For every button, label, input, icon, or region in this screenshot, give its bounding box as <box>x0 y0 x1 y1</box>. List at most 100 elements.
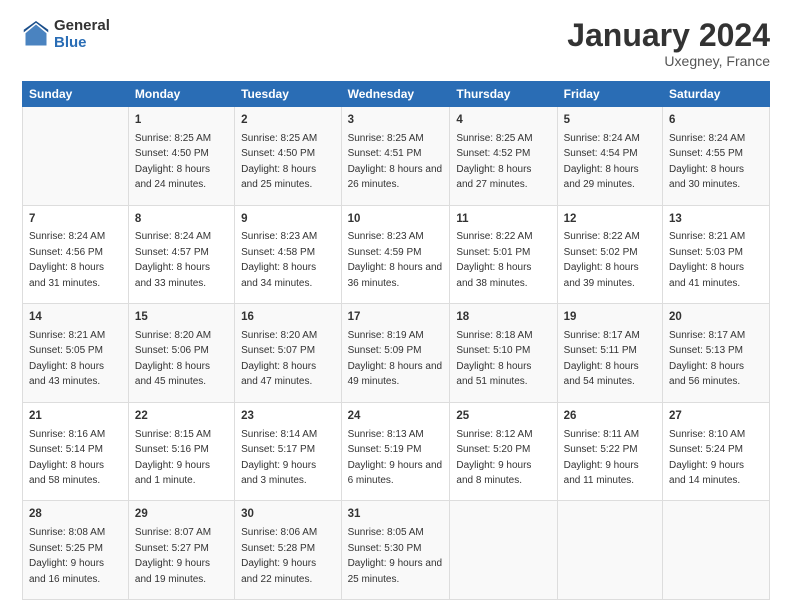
calendar-cell: 4 Sunrise: 8:25 AM Sunset: 4:52 PM Dayli… <box>450 107 557 206</box>
sunrise-text: Sunrise: 8:22 AM <box>564 231 640 242</box>
sunset-text: Sunset: 5:20 PM <box>456 444 530 455</box>
weekday-row: Sunday Monday Tuesday Wednesday Thursday… <box>23 82 770 107</box>
day-number: 20 <box>669 309 763 326</box>
calendar-cell: 14 Sunrise: 8:21 AM Sunset: 5:05 PM Dayl… <box>23 304 129 403</box>
calendar-week-3: 21 Sunrise: 8:16 AM Sunset: 5:14 PM Dayl… <box>23 402 770 501</box>
calendar-cell: 21 Sunrise: 8:16 AM Sunset: 5:14 PM Dayl… <box>23 402 129 501</box>
day-number: 1 <box>135 112 228 129</box>
day-number: 8 <box>135 211 228 228</box>
title-block: January 2024 Uxegney, France <box>567 18 770 69</box>
day-number: 28 <box>29 506 122 523</box>
day-number: 10 <box>348 211 444 228</box>
col-monday: Monday <box>128 82 234 107</box>
daylight-text: Daylight: 8 hours and 47 minutes. <box>241 361 316 388</box>
logo: General Blue <box>22 18 110 51</box>
sunset-text: Sunset: 4:58 PM <box>241 247 315 258</box>
sunrise-text: Sunrise: 8:12 AM <box>456 429 532 440</box>
calendar-cell <box>663 501 770 600</box>
sunset-text: Sunset: 5:19 PM <box>348 444 422 455</box>
sunrise-text: Sunrise: 8:21 AM <box>29 330 105 341</box>
sunset-text: Sunset: 5:30 PM <box>348 543 422 554</box>
sunset-text: Sunset: 5:11 PM <box>564 345 637 356</box>
day-number: 18 <box>456 309 550 326</box>
sunrise-text: Sunrise: 8:25 AM <box>348 133 424 144</box>
day-number: 16 <box>241 309 334 326</box>
sunrise-text: Sunrise: 8:25 AM <box>241 133 317 144</box>
calendar-cell: 6 Sunrise: 8:24 AM Sunset: 4:55 PM Dayli… <box>663 107 770 206</box>
sunset-text: Sunset: 4:50 PM <box>135 148 209 159</box>
sunrise-text: Sunrise: 8:21 AM <box>669 231 745 242</box>
daylight-text: Daylight: 8 hours and 58 minutes. <box>29 460 104 487</box>
day-number: 3 <box>348 112 444 129</box>
sunset-text: Sunset: 4:51 PM <box>348 148 422 159</box>
daylight-text: Daylight: 8 hours and 29 minutes. <box>564 164 639 191</box>
logo-icon <box>22 21 50 49</box>
day-number: 9 <box>241 211 334 228</box>
sunset-text: Sunset: 5:01 PM <box>456 247 530 258</box>
sunset-text: Sunset: 5:09 PM <box>348 345 422 356</box>
daylight-text: Daylight: 9 hours and 16 minutes. <box>29 558 104 585</box>
calendar-cell: 27 Sunrise: 8:10 AM Sunset: 5:24 PM Dayl… <box>663 402 770 501</box>
daylight-text: Daylight: 8 hours and 56 minutes. <box>669 361 744 388</box>
sunset-text: Sunset: 4:50 PM <box>241 148 315 159</box>
calendar-week-2: 14 Sunrise: 8:21 AM Sunset: 5:05 PM Dayl… <box>23 304 770 403</box>
calendar-cell: 10 Sunrise: 8:23 AM Sunset: 4:59 PM Dayl… <box>341 205 450 304</box>
sunset-text: Sunset: 4:56 PM <box>29 247 103 258</box>
sunset-text: Sunset: 5:07 PM <box>241 345 315 356</box>
sunset-text: Sunset: 4:54 PM <box>564 148 638 159</box>
day-number: 27 <box>669 408 763 425</box>
sunset-text: Sunset: 5:16 PM <box>135 444 209 455</box>
calendar-cell <box>557 501 662 600</box>
calendar-week-0: 1 Sunrise: 8:25 AM Sunset: 4:50 PM Dayli… <box>23 107 770 206</box>
col-friday: Friday <box>557 82 662 107</box>
daylight-text: Daylight: 8 hours and 41 minutes. <box>669 262 744 289</box>
sunrise-text: Sunrise: 8:24 AM <box>29 231 105 242</box>
calendar-cell: 15 Sunrise: 8:20 AM Sunset: 5:06 PM Dayl… <box>128 304 234 403</box>
calendar-cell: 8 Sunrise: 8:24 AM Sunset: 4:57 PM Dayli… <box>128 205 234 304</box>
calendar-cell: 23 Sunrise: 8:14 AM Sunset: 5:17 PM Dayl… <box>235 402 341 501</box>
sunrise-text: Sunrise: 8:19 AM <box>348 330 424 341</box>
sunrise-text: Sunrise: 8:25 AM <box>456 133 532 144</box>
col-tuesday: Tuesday <box>235 82 341 107</box>
calendar-cell: 12 Sunrise: 8:22 AM Sunset: 5:02 PM Dayl… <box>557 205 662 304</box>
calendar-cell: 18 Sunrise: 8:18 AM Sunset: 5:10 PM Dayl… <box>450 304 557 403</box>
calendar-cell: 3 Sunrise: 8:25 AM Sunset: 4:51 PM Dayli… <box>341 107 450 206</box>
day-number: 5 <box>564 112 656 129</box>
sunrise-text: Sunrise: 8:06 AM <box>241 527 317 538</box>
sunset-text: Sunset: 5:25 PM <box>29 543 103 554</box>
calendar-cell: 26 Sunrise: 8:11 AM Sunset: 5:22 PM Dayl… <box>557 402 662 501</box>
sunrise-text: Sunrise: 8:24 AM <box>669 133 745 144</box>
logo-general-text: General <box>54 18 110 35</box>
calendar-cell: 24 Sunrise: 8:13 AM Sunset: 5:19 PM Dayl… <box>341 402 450 501</box>
daylight-text: Daylight: 8 hours and 51 minutes. <box>456 361 531 388</box>
calendar-week-1: 7 Sunrise: 8:24 AM Sunset: 4:56 PM Dayli… <box>23 205 770 304</box>
header: General Blue January 2024 Uxegney, Franc… <box>22 18 770 69</box>
calendar-cell: 19 Sunrise: 8:17 AM Sunset: 5:11 PM Dayl… <box>557 304 662 403</box>
sunset-text: Sunset: 5:02 PM <box>564 247 638 258</box>
daylight-text: Daylight: 8 hours and 38 minutes. <box>456 262 531 289</box>
daylight-text: Daylight: 9 hours and 6 minutes. <box>348 460 443 487</box>
sunrise-text: Sunrise: 8:14 AM <box>241 429 317 440</box>
day-number: 6 <box>669 112 763 129</box>
calendar-cell: 16 Sunrise: 8:20 AM Sunset: 5:07 PM Dayl… <box>235 304 341 403</box>
calendar-cell: 30 Sunrise: 8:06 AM Sunset: 5:28 PM Dayl… <box>235 501 341 600</box>
sunset-text: Sunset: 5:05 PM <box>29 345 103 356</box>
sunrise-text: Sunrise: 8:07 AM <box>135 527 211 538</box>
calendar-cell: 11 Sunrise: 8:22 AM Sunset: 5:01 PM Dayl… <box>450 205 557 304</box>
sunrise-text: Sunrise: 8:10 AM <box>669 429 745 440</box>
daylight-text: Daylight: 8 hours and 36 minutes. <box>348 262 443 289</box>
calendar-cell <box>23 107 129 206</box>
sunrise-text: Sunrise: 8:22 AM <box>456 231 532 242</box>
sunrise-text: Sunrise: 8:23 AM <box>348 231 424 242</box>
sunrise-text: Sunrise: 8:25 AM <box>135 133 211 144</box>
calendar-header: Sunday Monday Tuesday Wednesday Thursday… <box>23 82 770 107</box>
day-number: 4 <box>456 112 550 129</box>
daylight-text: Daylight: 8 hours and 34 minutes. <box>241 262 316 289</box>
day-number: 12 <box>564 211 656 228</box>
day-number: 29 <box>135 506 228 523</box>
sunset-text: Sunset: 4:52 PM <box>456 148 530 159</box>
col-thursday: Thursday <box>450 82 557 107</box>
daylight-text: Daylight: 8 hours and 24 minutes. <box>135 164 210 191</box>
day-number: 25 <box>456 408 550 425</box>
sunrise-text: Sunrise: 8:17 AM <box>669 330 745 341</box>
